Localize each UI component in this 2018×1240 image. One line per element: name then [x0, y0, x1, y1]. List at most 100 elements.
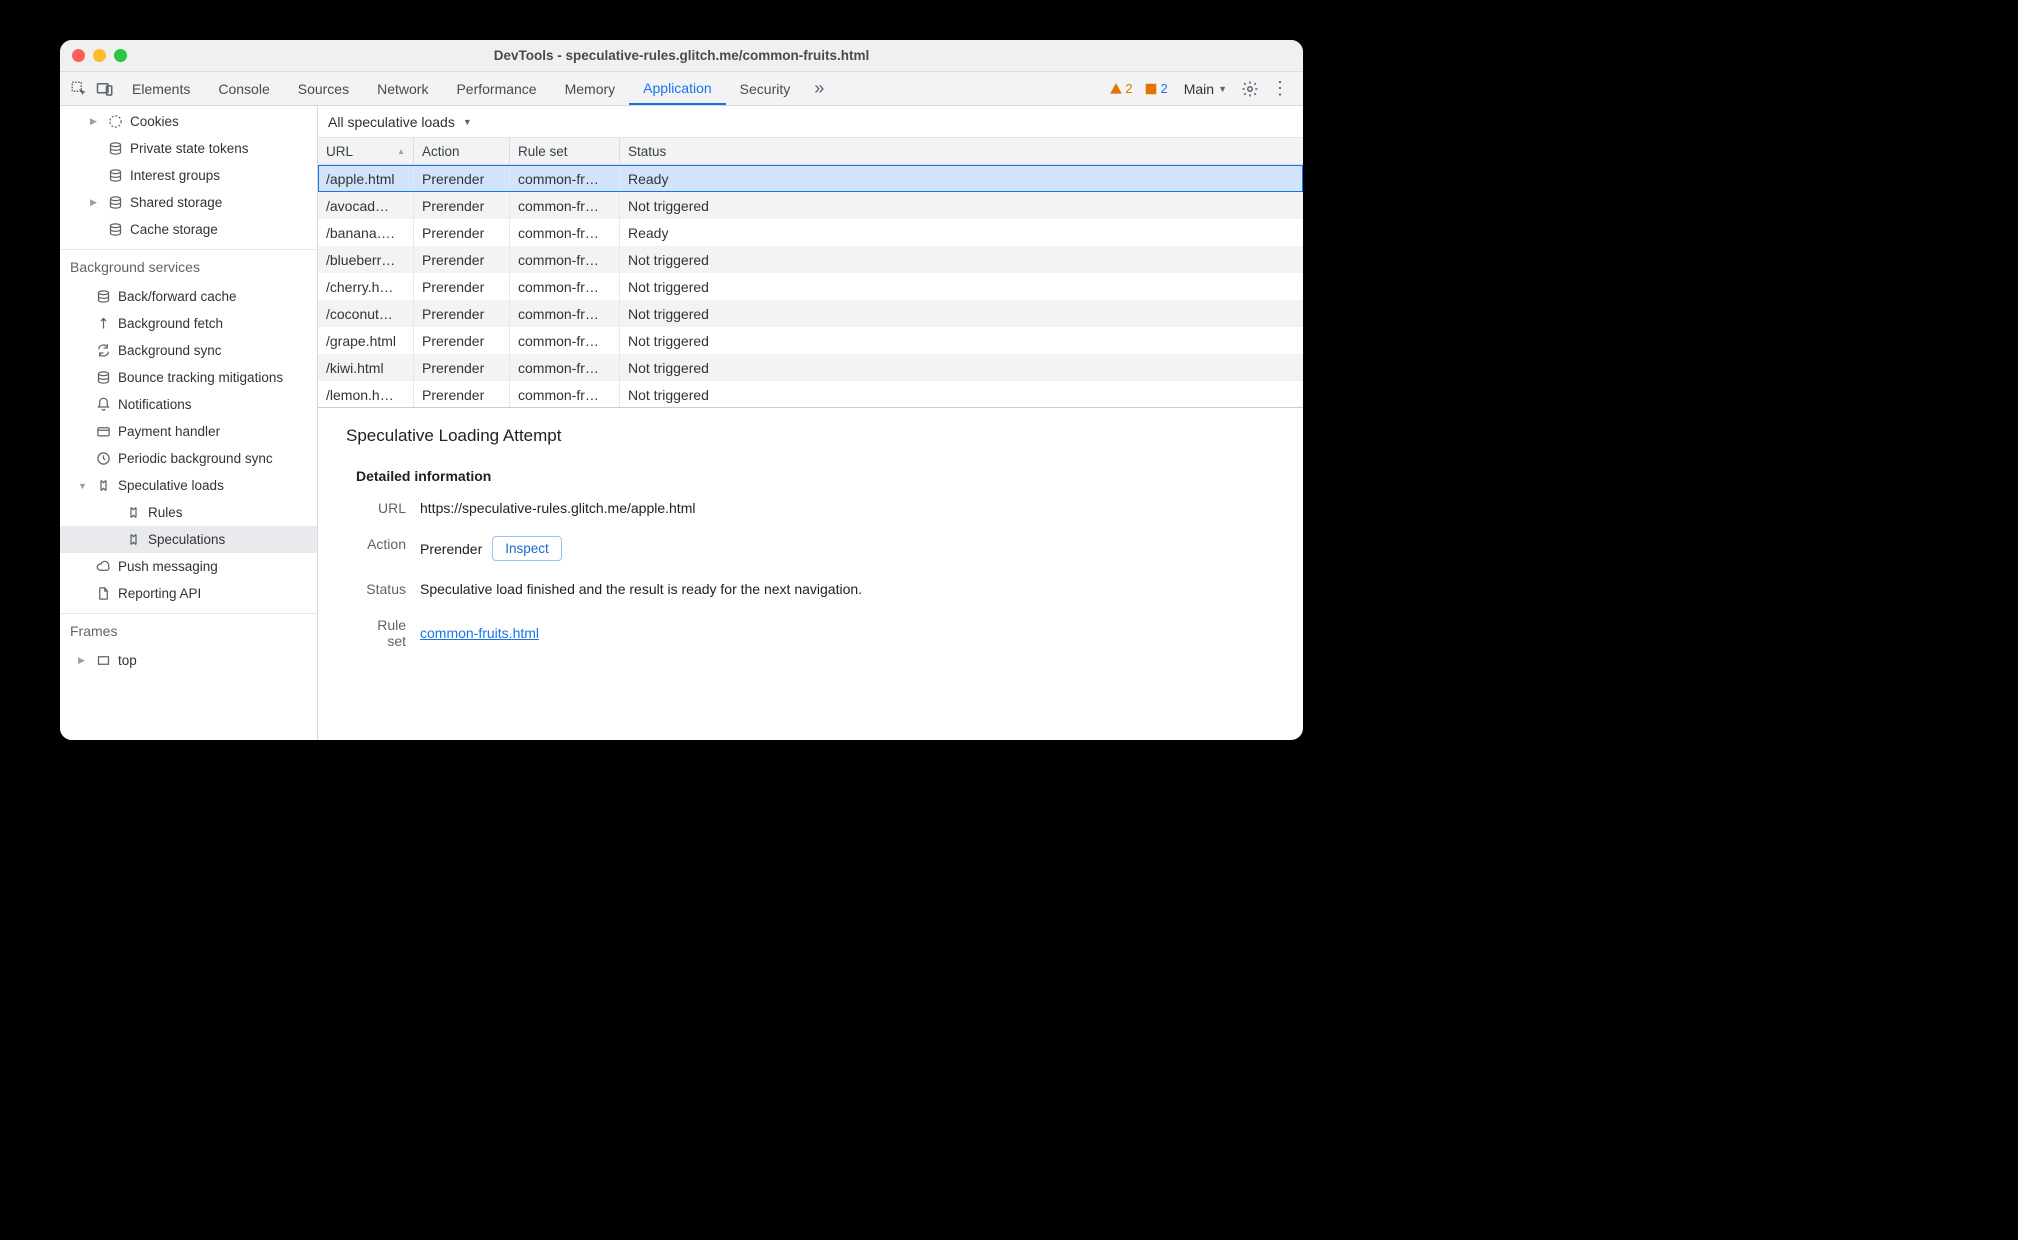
minimize-icon[interactable]: [93, 49, 106, 62]
sidebar-item-payment-handler[interactable]: Payment handler: [60, 418, 317, 445]
cell-ruleset: common-fr…: [510, 273, 620, 300]
info-badge[interactable]: 2: [1138, 81, 1173, 96]
sidebar-item-background-fetch[interactable]: Background fetch: [60, 310, 317, 337]
caret-down-icon: ▼: [78, 481, 88, 491]
sidebar-item-bounce-tracking-mitigations[interactable]: Bounce tracking mitigations: [60, 364, 317, 391]
detail-url-label: URL: [356, 500, 420, 516]
tab-elements[interactable]: Elements: [118, 72, 204, 105]
detail-title: Speculative Loading Attempt: [346, 426, 1275, 446]
sidebar-item-speculations[interactable]: Speculations: [60, 526, 317, 553]
table-row[interactable]: /banana….Prerendercommon-fr…Ready: [318, 219, 1303, 246]
table-row[interactable]: /cherry.h…Prerendercommon-fr…Not trigger…: [318, 273, 1303, 300]
tab-application[interactable]: Application: [629, 72, 726, 105]
window-title: DevTools - speculative-rules.glitch.me/c…: [494, 48, 870, 63]
cell-ruleset: common-fr…: [510, 192, 620, 219]
db-icon: [106, 140, 124, 158]
tab-memory[interactable]: Memory: [551, 72, 630, 105]
tab-network[interactable]: Network: [363, 72, 442, 105]
cell-action: Prerender: [414, 327, 510, 354]
cell-url: /kiwi.html: [318, 354, 414, 381]
cell-action: Prerender: [414, 192, 510, 219]
db-icon: [106, 221, 124, 239]
target-label: Main: [1184, 81, 1214, 97]
sidebar-item-label: Interest groups: [130, 168, 220, 183]
cell-action: Prerender: [414, 246, 510, 273]
sidebar-item-cookies[interactable]: ▶Cookies: [60, 108, 317, 135]
traffic-lights: [72, 49, 127, 62]
cell-status: Ready: [620, 219, 1303, 246]
filter-dropdown[interactable]: All speculative loads ▼: [328, 114, 472, 130]
caret-right-icon: ▶: [90, 116, 100, 127]
settings-gear-icon[interactable]: [1237, 76, 1263, 102]
cell-url: /coconut…: [318, 300, 414, 327]
bell-icon: [94, 396, 112, 414]
table-row[interactable]: /kiwi.htmlPrerendercommon-fr…Not trigger…: [318, 354, 1303, 381]
cell-status: Not triggered: [620, 192, 1303, 219]
sidebar-item-label: Notifications: [118, 397, 192, 412]
tab-security[interactable]: Security: [726, 72, 805, 105]
column-url[interactable]: URL ▲: [318, 138, 414, 164]
sidebar-section-background-services: Background services: [60, 249, 317, 283]
column-status[interactable]: Status: [620, 138, 1303, 164]
sidebar-item-top[interactable]: ▶top: [60, 647, 317, 674]
warning-count: 2: [1125, 81, 1132, 96]
sort-asc-icon: ▲: [397, 147, 405, 156]
cell-url: /avocad…: [318, 192, 414, 219]
column-ruleset[interactable]: Rule set: [510, 138, 620, 164]
warnings-badge[interactable]: 2: [1103, 81, 1138, 96]
sidebar-item-label: Shared storage: [130, 195, 222, 210]
tab-sources[interactable]: Sources: [284, 72, 363, 105]
kebab-menu-icon[interactable]: ⋮: [1263, 78, 1297, 99]
cookie-icon: [106, 113, 124, 131]
sidebar-item-shared-storage[interactable]: ▶Shared storage: [60, 189, 317, 216]
sidebar-item-back-forward-cache[interactable]: Back/forward cache: [60, 283, 317, 310]
sidebar-item-speculative-loads[interactable]: ▼Speculative loads: [60, 472, 317, 499]
table-row[interactable]: /blueberr…Prerendercommon-fr…Not trigger…: [318, 246, 1303, 273]
table-row[interactable]: /avocad…Prerendercommon-fr…Not triggered: [318, 192, 1303, 219]
table-row[interactable]: /lemon.h…Prerendercommon-fr…Not triggere…: [318, 381, 1303, 407]
table-row[interactable]: /coconut…Prerendercommon-fr…Not triggere…: [318, 300, 1303, 327]
detail-action-value: Prerender: [420, 541, 482, 557]
table-row[interactable]: /grape.htmlPrerendercommon-fr…Not trigge…: [318, 327, 1303, 354]
sidebar-item-background-sync[interactable]: Background sync: [60, 337, 317, 364]
target-selector[interactable]: Main ▼: [1174, 81, 1237, 97]
cell-status: Not triggered: [620, 381, 1303, 407]
detail-ruleset-link[interactable]: common-fruits.html: [420, 625, 539, 641]
db-icon: [94, 369, 112, 387]
close-icon[interactable]: [72, 49, 85, 62]
application-sidebar: ▶CookiesPrivate state tokens Interest gro…: [60, 106, 318, 740]
sidebar-item-label: Speculations: [148, 532, 225, 547]
cell-url: /lemon.h…: [318, 381, 414, 407]
sidebar-item-rules[interactable]: Rules: [60, 499, 317, 526]
cell-status: Not triggered: [620, 300, 1303, 327]
sidebar-item-notifications[interactable]: Notifications: [60, 391, 317, 418]
grid-header: URL ▲ Action Rule set Status: [318, 138, 1303, 165]
column-action[interactable]: Action: [414, 138, 510, 164]
cell-ruleset: common-fr…: [510, 327, 620, 354]
tab-performance[interactable]: Performance: [442, 72, 550, 105]
speculation-filter-bar: All speculative loads ▼: [318, 106, 1303, 138]
zoom-icon[interactable]: [114, 49, 127, 62]
info-count: 2: [1160, 81, 1167, 96]
cell-status: Not triggered: [620, 246, 1303, 273]
cell-action: Prerender: [414, 165, 510, 192]
sidebar-item-private-state-tokens[interactable]: Private state tokens: [60, 135, 317, 162]
detail-ruleset-label: Rule set: [356, 617, 420, 649]
sidebar-item-reporting-api[interactable]: Reporting API: [60, 580, 317, 607]
sidebar-item-periodic-background-sync[interactable]: Periodic background sync: [60, 445, 317, 472]
table-row[interactable]: /apple.htmlPrerendercommon-fr…Ready: [318, 165, 1303, 192]
device-toggle-icon[interactable]: [92, 76, 118, 102]
cell-action: Prerender: [414, 273, 510, 300]
inspect-button[interactable]: Inspect: [492, 536, 562, 561]
tab-console[interactable]: Console: [204, 72, 283, 105]
chevron-down-icon: ▼: [463, 117, 472, 127]
cell-ruleset: common-fr…: [510, 381, 620, 407]
sidebar-item-push-messaging[interactable]: Push messaging: [60, 553, 317, 580]
more-tabs-icon[interactable]: »: [804, 78, 834, 99]
sidebar-item-label: Cache storage: [130, 222, 218, 237]
inspect-element-icon[interactable]: [66, 76, 92, 102]
cell-status: Ready: [620, 165, 1303, 192]
sidebar-item-cache-storage[interactable]: Cache storage: [60, 216, 317, 243]
cell-status: Not triggered: [620, 327, 1303, 354]
sidebar-item-interest-groups[interactable]: Interest groups: [60, 162, 317, 189]
